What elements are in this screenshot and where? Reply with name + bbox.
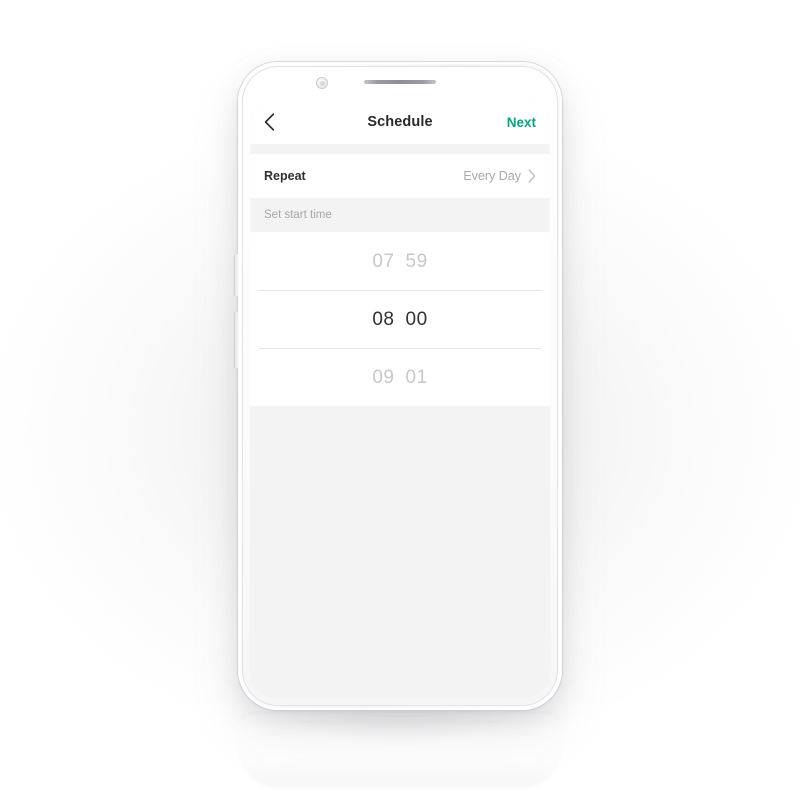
- scene: Schedule Next Repeat Every Day Set start…: [0, 0, 800, 800]
- phone-screen: Schedule Next Repeat Every Day Set start…: [250, 100, 550, 698]
- navigation-bar: Schedule Next: [250, 100, 550, 144]
- repeat-value: Every Day: [463, 169, 521, 183]
- front-camera-icon: [316, 77, 328, 89]
- time-picker-row-selected[interactable]: 08 00: [250, 290, 550, 348]
- repeat-row[interactable]: Repeat Every Day: [250, 154, 550, 198]
- hour-value-previous: 07: [372, 250, 395, 272]
- time-picker-row-next[interactable]: 09 01: [250, 348, 550, 406]
- power-button[interactable]: [235, 312, 239, 368]
- back-button[interactable]: [264, 108, 286, 136]
- phone-device: Schedule Next Repeat Every Day Set start…: [235, 62, 562, 710]
- minute-value-selected: 00: [405, 308, 428, 330]
- hour-value-selected: 08: [372, 308, 395, 330]
- time-picker-row-previous[interactable]: 07 59: [250, 232, 550, 290]
- device-reflection-edge: [240, 712, 560, 786]
- time-picker[interactable]: 07 59 08 00 09 01: [250, 232, 550, 406]
- repeat-row-value-group: Every Day: [463, 169, 536, 183]
- chevron-right-icon: [528, 169, 536, 183]
- set-start-time-header: Set start time: [250, 198, 550, 232]
- set-start-time-label: Set start time: [264, 209, 332, 221]
- minute-value-next: 01: [405, 366, 428, 388]
- hour-value-next: 09: [372, 366, 395, 388]
- chevron-left-icon: [264, 113, 275, 131]
- screen-empty-area: [250, 406, 550, 698]
- device-reflection: [238, 712, 562, 788]
- navbar-divider-strip: [250, 144, 550, 154]
- time-picker-rows: 07 59 08 00 09 01: [250, 232, 550, 406]
- page-title: Schedule: [367, 114, 433, 130]
- volume-button[interactable]: [235, 254, 239, 296]
- next-button[interactable]: Next: [507, 115, 536, 130]
- repeat-label: Repeat: [264, 169, 306, 183]
- minute-value-previous: 59: [405, 250, 428, 272]
- earpiece-speaker-icon: [364, 80, 436, 84]
- selection-line-top: [258, 290, 542, 291]
- selection-line-bottom: [258, 348, 542, 349]
- device-top-hardware: [238, 76, 562, 90]
